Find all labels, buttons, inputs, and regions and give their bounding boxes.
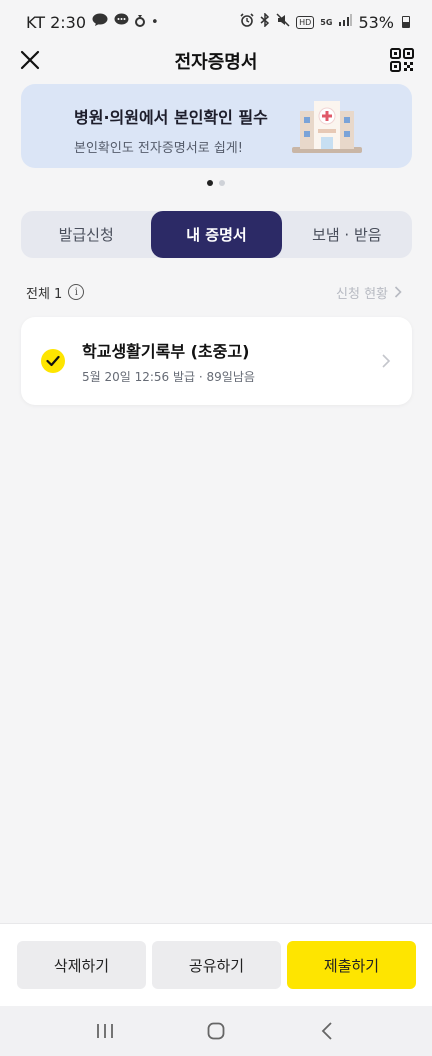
back-icon — [321, 1022, 332, 1040]
total-count-group: 전체 1 i — [26, 283, 85, 302]
chevron-right-icon — [382, 354, 391, 368]
check-icon — [41, 349, 65, 373]
carousel-dot[interactable] — [219, 180, 225, 186]
header: 전자증명서 — [0, 44, 432, 78]
segmented-tabs: 발급신청 내 증명서 보냄 · 받음 — [21, 211, 412, 258]
qr-code-icon — [390, 48, 414, 72]
home-button[interactable] — [196, 1011, 236, 1051]
status-right: HD 5G 53% — [240, 12, 410, 32]
mute-icon — [276, 13, 290, 31]
system-nav-bar — [0, 1006, 432, 1056]
share-button[interactable]: 공유하기 — [152, 941, 281, 989]
hospital-icon — [292, 101, 362, 153]
certificate-title: 학교생활기록부 (초중고) — [82, 342, 250, 361]
alarm-icon — [240, 13, 254, 31]
more-notifications-icon: • — [151, 14, 159, 30]
battery-icon — [402, 16, 410, 28]
page-title: 전자증명서 — [174, 52, 258, 73]
signal-icon — [338, 14, 353, 30]
list-header: 전체 1 i 신청 현황 — [26, 281, 402, 303]
promo-banner[interactable]: 병원·의원에서 본인확인 필수 본인확인도 전자증명서로 쉽게! — [21, 84, 412, 168]
certificate-card[interactable]: 학교생활기록부 (초중고) 5월 20일 12:56 발급 · 89일남음 — [21, 317, 412, 405]
qr-button[interactable] — [390, 48, 414, 72]
carousel-dot-active[interactable] — [207, 180, 213, 186]
status-bar: KT 2:30 • HD 5G 53% — [0, 0, 432, 44]
bluetooth-icon — [260, 12, 270, 31]
recent-apps-button[interactable] — [85, 1011, 125, 1051]
home-icon — [207, 1022, 225, 1040]
chevron-right-icon — [394, 286, 402, 298]
carousel-indicator — [0, 180, 432, 186]
network-5g-icon: 5G — [320, 17, 333, 27]
message-notification-icon — [114, 13, 129, 31]
application-status-link[interactable]: 신청 현황 — [336, 283, 402, 302]
application-status-label: 신청 현황 — [336, 286, 388, 302]
hd-icon: HD — [296, 15, 315, 29]
back-button[interactable] — [307, 1011, 347, 1051]
carrier-time: KT 2:30 — [26, 12, 87, 32]
recent-apps-icon — [97, 1024, 114, 1038]
submit-button[interactable]: 제출하기 — [287, 941, 416, 989]
info-icon[interactable]: i — [68, 284, 85, 300]
tab-my-certificates[interactable]: 내 증명서 — [151, 211, 282, 258]
status-left: KT 2:30 • — [26, 13, 159, 32]
close-icon — [20, 50, 40, 70]
certificate-meta: 5월 20일 12:56 발급 · 89일남음 — [82, 370, 255, 384]
battery-percent: 53% — [358, 12, 394, 32]
total-count: 전체 1 — [26, 286, 63, 302]
tab-sent-received[interactable]: 보냄 · 받음 — [282, 211, 412, 258]
app-notification-icon — [135, 13, 146, 31]
talk-notification-icon — [92, 13, 108, 31]
delete-button[interactable]: 삭제하기 — [17, 941, 146, 989]
close-button[interactable] — [18, 48, 42, 72]
tab-apply[interactable]: 발급신청 — [21, 211, 151, 258]
